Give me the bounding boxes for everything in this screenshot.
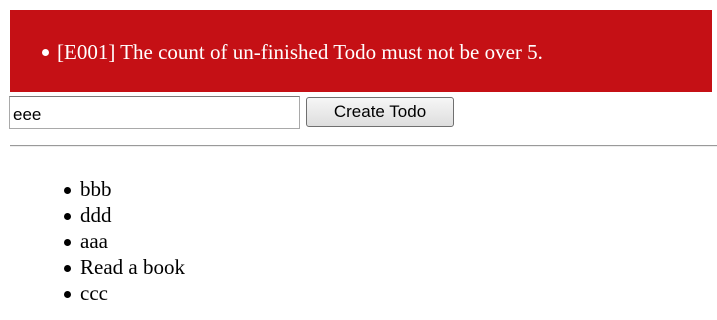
bullet-icon: [64, 291, 71, 298]
error-banner: [E001] The count of un-finished Todo mus…: [10, 10, 712, 92]
todo-item: ddd: [0, 202, 300, 228]
todo-title: bbb: [80, 177, 112, 201]
todo-item: ccc: [0, 280, 300, 306]
todo-title: Read a book: [80, 255, 185, 279]
bullet-icon: [64, 187, 71, 194]
todo-title-input[interactable]: [9, 96, 300, 129]
todo-item: bbb: [0, 176, 300, 202]
create-todo-button[interactable]: Create Todo: [306, 97, 454, 127]
todo-list: bbb ddd aaa Read a book ccc: [0, 176, 300, 306]
todo-item: aaa: [0, 228, 300, 254]
todo-title: aaa: [80, 229, 108, 253]
bullet-icon: [64, 213, 71, 220]
error-message: [E001] The count of un-finished Todo mus…: [57, 40, 543, 64]
bullet-icon: [64, 265, 71, 272]
todo-title: ddd: [80, 203, 112, 227]
todo-item: Read a book: [0, 254, 300, 280]
bullet-icon: [42, 49, 49, 56]
divider: [10, 145, 717, 147]
bullet-icon: [64, 239, 71, 246]
todo-title: ccc: [80, 281, 108, 305]
